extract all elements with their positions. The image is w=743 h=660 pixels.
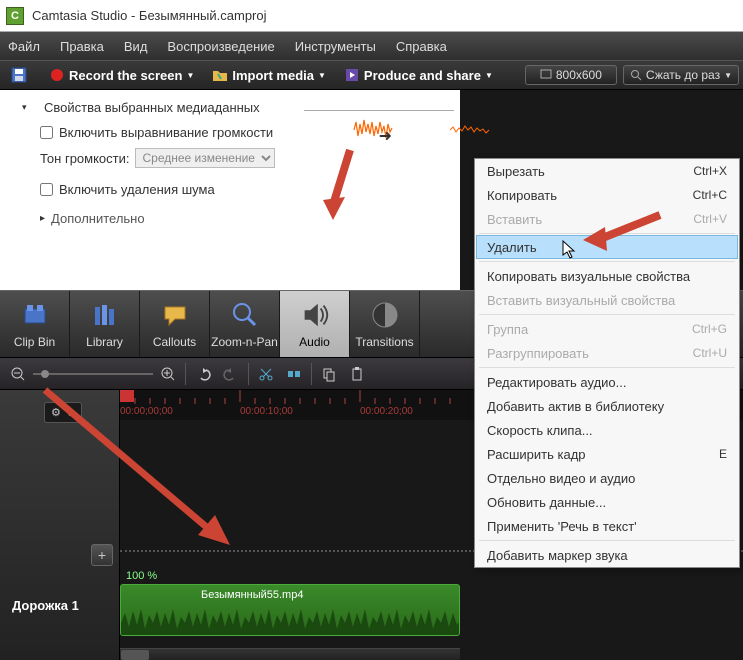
- scrollbar-thumb[interactable]: [121, 650, 149, 660]
- copy-button[interactable]: [316, 361, 342, 387]
- record-button[interactable]: Record the screen▼: [42, 64, 201, 86]
- menu-refresh[interactable]: Обновить данные...: [475, 490, 739, 514]
- track-name: Дорожка 1: [12, 598, 79, 613]
- tab-clipbin[interactable]: Clip Bin: [0, 291, 70, 357]
- tick-label: 00:00:20;00: [360, 406, 413, 417]
- checkbox-input[interactable]: [40, 126, 53, 139]
- scissors-icon: [258, 366, 274, 382]
- callouts-icon: [159, 299, 191, 331]
- tone-label: Тон громкости:: [40, 151, 129, 166]
- menu-cut[interactable]: ВырезатьCtrl+X: [475, 159, 739, 183]
- paste-icon: [349, 366, 365, 382]
- additional-expander[interactable]: Дополнительно: [40, 211, 460, 226]
- menu-bar: Файл Правка Вид Воспроизведение Инструме…: [0, 32, 743, 60]
- chevron-down-icon: ▼: [485, 71, 493, 80]
- checkbox-input[interactable]: [40, 183, 53, 196]
- library-icon: [89, 299, 121, 331]
- produce-icon: [344, 67, 360, 83]
- title-bar: C Camtasia Studio - Безымянный.camproj: [0, 0, 743, 32]
- record-icon: [49, 67, 65, 83]
- percent-label: 100 %: [126, 570, 157, 582]
- clip-name: Безымянный55.mp4: [201, 589, 303, 601]
- tab-library[interactable]: Library: [70, 291, 140, 357]
- menu-copy-visual[interactable]: Копировать визуальные свойства: [475, 264, 739, 288]
- arrow-right-icon: ➜: [379, 126, 392, 146]
- menu-group[interactable]: ГруппаCtrl+G: [475, 317, 739, 341]
- folder-icon: [212, 67, 228, 83]
- tab-callouts[interactable]: Callouts: [140, 291, 210, 357]
- clipbin-icon: [19, 299, 51, 331]
- preview-size-button[interactable]: 800x600: [525, 65, 617, 85]
- annotation-arrow-icon: [315, 145, 365, 225]
- app-logo-icon: C: [6, 7, 24, 25]
- cut-button[interactable]: [253, 361, 279, 387]
- menu-copy[interactable]: КопироватьCtrl+C: [475, 183, 739, 207]
- menu-view[interactable]: Вид: [124, 39, 148, 54]
- tab-audio[interactable]: Audio: [280, 291, 350, 357]
- transitions-icon: [369, 299, 401, 331]
- annotation-arrow-icon: [575, 205, 665, 255]
- menu-edit-audio[interactable]: Редактировать аудио...: [475, 370, 739, 394]
- properties-pane: ▾ Свойства выбранных медиаданных Включит…: [0, 90, 460, 290]
- expander-icon[interactable]: ▾: [22, 102, 27, 113]
- menu-extend[interactable]: Расширить кадрE: [475, 442, 739, 466]
- speaker-icon: [299, 298, 331, 332]
- chevron-down-icon: ▼: [186, 71, 194, 80]
- produce-button[interactable]: Produce and share▼: [337, 64, 500, 86]
- split-icon: [286, 366, 302, 382]
- zoom-out-button[interactable]: [5, 361, 31, 387]
- menu-split-av[interactable]: Отдельно видео и аудио: [475, 466, 739, 490]
- menu-file[interactable]: Файл: [8, 39, 40, 54]
- zoomout-icon: [10, 366, 26, 382]
- menu-play[interactable]: Воспроизведение: [167, 39, 274, 54]
- properties-title: Свойства выбранных медиаданных: [44, 100, 460, 115]
- tone-row: Тон громкости: Среднее изменение гро: [40, 148, 460, 168]
- waveform-after-icon: [450, 122, 500, 138]
- scrollbar-horizontal[interactable]: [120, 648, 460, 660]
- media-clip[interactable]: Безымянный55.mp4: [120, 584, 460, 636]
- menu-ungroup[interactable]: РазгруппироватьCtrl+U: [475, 341, 739, 365]
- menu-speech[interactable]: Применить 'Речь в текст': [475, 514, 739, 538]
- annotation-arrow-icon: [30, 380, 240, 550]
- cursor-icon: [562, 240, 578, 260]
- tick-label: 00:00:10;00: [240, 406, 293, 417]
- menu-paste-visual[interactable]: Вставить визуальный свойства: [475, 288, 739, 312]
- search-icon: [630, 69, 642, 81]
- chevron-down-icon: ▼: [318, 71, 326, 80]
- paste-button[interactable]: [344, 361, 370, 387]
- clip-waveform-icon: [121, 605, 460, 635]
- window-title: Camtasia Studio - Безымянный.camproj: [32, 8, 267, 23]
- menu-help[interactable]: Справка: [396, 39, 447, 54]
- copy-icon: [321, 366, 337, 382]
- denoise-checkbox[interactable]: Включить удаления шума: [40, 182, 460, 197]
- import-button[interactable]: Import media▼: [205, 64, 333, 86]
- tab-transitions[interactable]: Transitions: [350, 291, 420, 357]
- floppy-icon: [11, 67, 27, 83]
- zoom-icon: [229, 299, 261, 331]
- tab-zoom[interactable]: Zoom-n-Pan: [210, 291, 280, 357]
- menu-speed[interactable]: Скорость клипа...: [475, 418, 739, 442]
- menu-add-asset[interactable]: Добавить актив в библиотеку: [475, 394, 739, 418]
- chevron-down-icon: ▼: [724, 71, 732, 80]
- shrink-button[interactable]: Сжать до раз▼: [623, 65, 739, 85]
- tone-select[interactable]: Среднее изменение гро: [135, 148, 275, 168]
- menu-tools[interactable]: Инструменты: [295, 39, 376, 54]
- monitor-icon: [540, 69, 552, 81]
- split-button[interactable]: [281, 361, 307, 387]
- main-toolbar: Record the screen▼ Import media▼ Produce…: [0, 60, 743, 90]
- menu-marker[interactable]: Добавить маркер звука: [475, 543, 739, 567]
- menu-edit[interactable]: Правка: [60, 39, 104, 54]
- save-button[interactable]: [4, 64, 38, 86]
